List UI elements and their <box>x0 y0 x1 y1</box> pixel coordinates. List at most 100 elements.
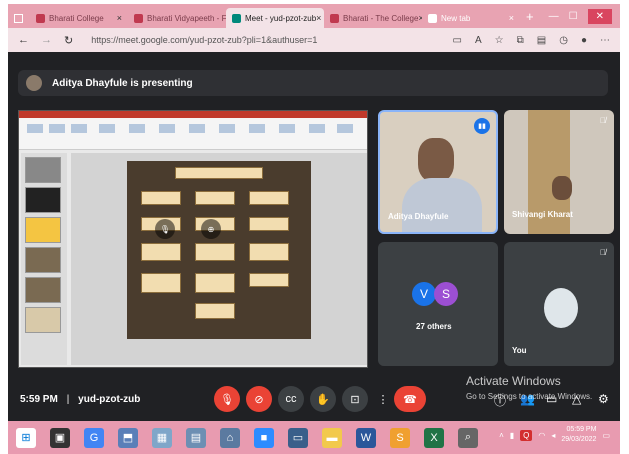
battery-icon[interactable]: ▮ <box>510 431 514 440</box>
more-options-button[interactable]: ⋮ <box>370 386 396 412</box>
favicon-icon <box>134 13 143 23</box>
zoom-icon[interactable]: ■ <box>254 427 274 448</box>
speaking-indicator-icon: ▮▮ <box>474 118 490 134</box>
tray-up-arrow-icon[interactable]: ˄ <box>499 431 504 440</box>
presenter-avatar <box>26 75 42 91</box>
favicon-icon <box>36 13 45 23</box>
wifi-icon[interactable]: ◠ <box>538 431 545 440</box>
windows-taskbar: ⊞ ▣ G ⬒ ▦ ▤ ⌂ ■ ▭ ▬ W S X ⌕ ˄ ▮ Q ◠ ◂ 05… <box>8 421 620 454</box>
window-close-icon[interactable]: ✕ <box>587 8 612 24</box>
ppt-ribbon <box>19 118 367 150</box>
reload-icon[interactable]: ↻ <box>64 34 73 47</box>
slide-box <box>195 243 235 261</box>
tab-actions-button[interactable] <box>8 8 30 28</box>
screen-cast-icon[interactable]: ▭ <box>453 35 462 46</box>
new-tab-button[interactable]: + <box>526 9 534 24</box>
slide-thumbnail[interactable] <box>25 157 61 183</box>
current-slide: 🎙 ⊕ <box>127 161 311 339</box>
participant-tile-shivangi[interactable]: 🎙̸ Shivangi Kharat <box>504 110 614 234</box>
profile-avatar[interactable]: ● <box>581 35 587 46</box>
more-menu-icon[interactable]: ⋯ <box>600 35 610 46</box>
slide-thumbnail[interactable] <box>25 277 61 303</box>
minimize-icon[interactable]: — <box>549 11 559 22</box>
photos-icon[interactable]: ▦ <box>152 427 172 448</box>
slide-thumbnail[interactable] <box>25 217 61 243</box>
participant-tile-others[interactable]: V S 27 others <box>378 242 498 366</box>
new-tab-favicon-icon <box>428 13 437 23</box>
read-aloud-icon[interactable]: A <box>475 35 482 46</box>
back-icon[interactable]: ← <box>18 34 29 46</box>
browser-tab-bar: Bharati College × Bharati Vidyapeeth - F… <box>8 4 620 28</box>
file-explorer-icon[interactable]: ▬ <box>322 427 342 448</box>
participant-video <box>402 178 482 232</box>
host-controls-icon[interactable]: ⚙ <box>598 392 609 406</box>
system-tray: ˄ ▮ Q ◠ ◂ 05:59 PM 29/03/2022 ▭ <box>499 425 610 445</box>
self-avatar <box>544 288 578 328</box>
tab-bharati-vidyapeeth[interactable]: Bharati Vidyapeeth - FMS × <box>128 8 226 28</box>
tab-bharati-college[interactable]: Bharati College × <box>30 8 128 28</box>
app-icon[interactable]: ▭ <box>288 427 308 448</box>
app-icon[interactable]: ▤ <box>186 427 206 448</box>
tab-meet[interactable]: Meet - yud-pzot-zub × <box>226 8 324 28</box>
favorite-star-icon[interactable]: ☆ <box>495 35 504 46</box>
captions-button[interactable]: cc <box>278 386 304 412</box>
avatar: V <box>412 282 436 306</box>
maximize-icon[interactable]: ☐ <box>569 11 578 22</box>
task-view-icon[interactable]: ▣ <box>50 427 70 448</box>
ppt-title-bar <box>19 111 367 118</box>
participant-tile-aditya[interactable]: ▮▮ Aditya Dhayfule <box>378 110 498 234</box>
mic-toggle-button[interactable]: 🎙 <box>214 386 240 412</box>
mic-off-icon: 🎙̸ <box>600 248 606 257</box>
activate-windows-watermark: Activate Windows Go to Settings to activ… <box>466 374 593 401</box>
participant-video <box>418 138 454 182</box>
chrome-icon[interactable]: G <box>84 427 104 448</box>
shared-screen[interactable]: 🎙 ⊕ <box>18 110 368 368</box>
slide-box <box>195 303 235 319</box>
tab-bharati[interactable]: Bharati - The College × <box>324 8 422 28</box>
tab-new-tab[interactable]: New tab × <box>422 8 520 28</box>
avatar: S <box>434 282 458 306</box>
slide-thumbnail[interactable] <box>25 247 61 273</box>
volume-icon[interactable]: ◂ <box>551 431 555 440</box>
meeting-code: yud-pzot-zub <box>78 394 141 405</box>
favicon-icon <box>330 13 339 23</box>
app-icon[interactable]: ⬒ <box>118 427 138 448</box>
start-icon[interactable]: ⊞ <box>16 427 36 448</box>
history-icon[interactable]: ◷ <box>559 35 568 46</box>
taskbar-clock[interactable]: 05:59 PM 29/03/2022 <box>561 425 596 445</box>
slide-box <box>141 191 181 205</box>
participant-tile-you[interactable]: 🎙̸ You <box>504 242 614 366</box>
participant-video <box>552 176 572 200</box>
meeting-time: 5:59 PM <box>20 394 58 405</box>
slide-thumbnail[interactable] <box>25 187 61 213</box>
slide-thumbnail[interactable] <box>25 307 61 333</box>
slide-box <box>249 191 289 205</box>
notification-badge[interactable]: Q <box>520 429 533 441</box>
leave-call-button[interactable]: ☎ <box>394 386 426 412</box>
slide-box <box>141 273 181 293</box>
slide-box <box>141 243 181 261</box>
present-button[interactable]: ⊡ <box>342 386 368 412</box>
extensions-icon[interactable]: ⧉ <box>517 35 524 46</box>
raise-hand-button[interactable]: ✋ <box>310 386 336 412</box>
search-icon[interactable]: ⌕ <box>458 427 478 448</box>
mic-off-icon: 🎙 <box>155 219 175 239</box>
close-icon[interactable]: × <box>316 13 321 23</box>
app-icon[interactable]: ⌂ <box>220 427 240 448</box>
meet-favicon-icon <box>232 13 241 23</box>
meet-window: Aditya Dhayfule is presenting 🎙 ⊕ ▮▮ Adi… <box>8 52 620 421</box>
close-icon[interactable]: × <box>117 13 122 23</box>
action-center-icon[interactable]: ▭ <box>602 431 610 440</box>
close-icon[interactable]: × <box>509 13 514 23</box>
slide-area: 🎙 ⊕ <box>71 153 367 365</box>
excel-icon[interactable]: X <box>424 427 444 448</box>
word-icon[interactable]: W <box>356 427 376 448</box>
camera-toggle-button[interactable]: ⊘ <box>246 386 272 412</box>
forward-icon[interactable]: → <box>41 34 52 46</box>
mic-off-icon: 🎙̸ <box>600 116 606 125</box>
app-icon[interactable]: S <box>390 427 410 448</box>
window-controls: — ☐ ✕ <box>549 8 620 24</box>
meeting-info: 5:59 PM | yud-pzot-zub <box>20 394 140 405</box>
url-field[interactable]: https://meet.google.com/yud-pzot-zub?pli… <box>91 35 317 45</box>
collections-icon[interactable]: ▤ <box>537 35 546 46</box>
